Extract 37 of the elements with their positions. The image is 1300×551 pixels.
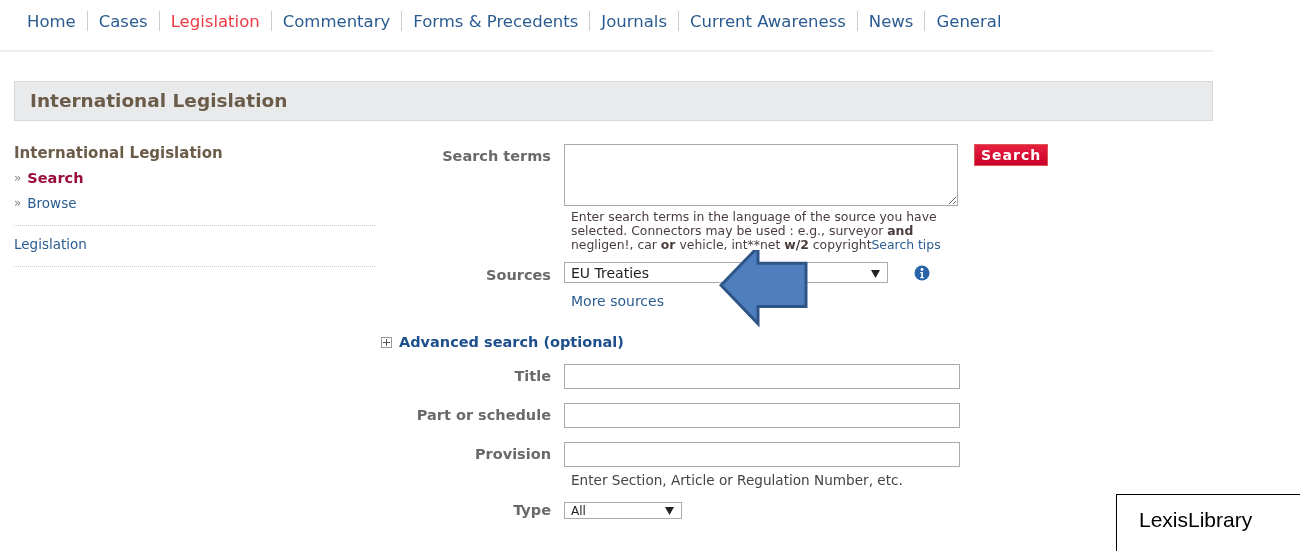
nav-tab[interactable]: Current Awareness — [679, 11, 857, 31]
callout-label: LexisLibrary — [1116, 494, 1300, 551]
bullet-marker: » — [14, 195, 22, 210]
text-field[interactable] — [564, 403, 960, 428]
field-label: Title — [513, 367, 551, 384]
sidebar-heading: International Legislation — [14, 144, 223, 162]
hint-text: Enter Section, Article or Regulation Number, etc. — [571, 472, 904, 488]
nav-tab[interactable]: Legislation — [159, 11, 271, 31]
dropdown-caret — [665, 506, 674, 515]
sidebar-link[interactable]: Browse — [27, 194, 77, 211]
search-tips-link[interactable]: Search tips — [871, 237, 941, 252]
nav-tab[interactable]: Journals — [590, 11, 679, 31]
nav-tab[interactable]: Home — [16, 11, 87, 31]
search-button[interactable]: Search — [974, 144, 1049, 166]
field-label: Part or schedule — [415, 406, 551, 423]
bullet-marker: » — [14, 170, 22, 185]
help-text: Enter search terms in the language of the source you have selected. Connectors may be used : e.g., surveyor and negligen!, car or vehicle, int**net w/2 copyrightSearch tips — [571, 210, 942, 252]
search-terms-field[interactable] — [564, 144, 958, 206]
field-label: Sources — [485, 266, 551, 283]
nav-tab[interactable]: Commentary — [271, 11, 402, 31]
more-sources-link[interactable]: More sources — [571, 293, 664, 309]
nav-tab[interactable]: Cases — [87, 11, 159, 31]
info-icon[interactable] — [914, 264, 930, 281]
plus-icon — [381, 336, 392, 348]
page-header: International Legislation — [14, 81, 1213, 121]
field-label: Search terms — [441, 147, 551, 164]
field-label: Provision — [473, 445, 551, 462]
nav-tab[interactable]: General — [925, 11, 1013, 31]
text-field[interactable] — [564, 442, 960, 467]
field-label: Type — [512, 502, 551, 518]
text-field[interactable] — [564, 364, 960, 389]
advanced-search-toggle[interactable]: Advanced search (optional) — [381, 334, 1049, 350]
sidebar-link[interactable]: Search — [27, 169, 84, 186]
type-dropdown[interactable]: All — [564, 502, 682, 519]
nav-tab[interactable]: Forms & Precedents — [402, 11, 590, 31]
nav-tab[interactable]: News — [857, 11, 925, 31]
sidebar-link[interactable]: Legislation — [14, 236, 87, 252]
